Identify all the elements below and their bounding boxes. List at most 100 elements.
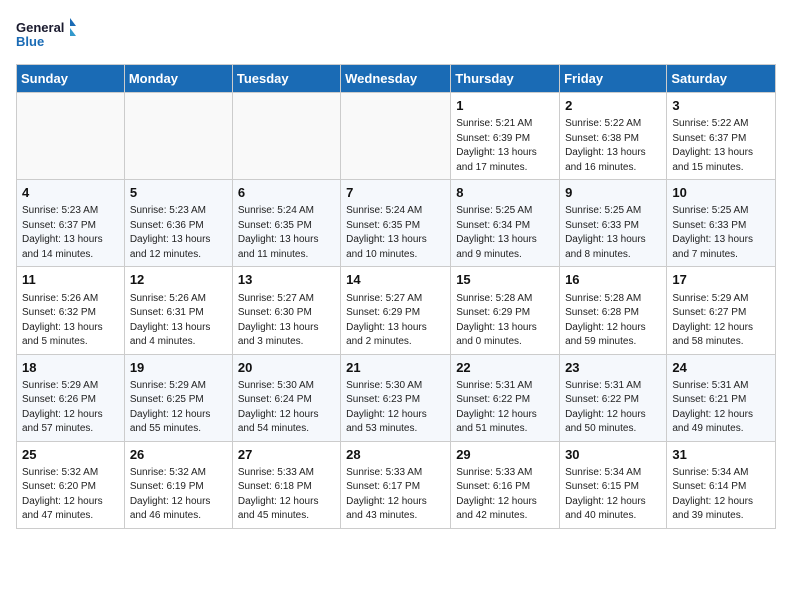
day-number: 25: [22, 446, 119, 464]
day-number: 22: [456, 359, 554, 377]
calendar-cell: 13 Sunrise: 5:27 AM Sunset: 6:30 PM Dayli…: [232, 267, 340, 354]
day-number: 14: [346, 271, 445, 289]
calendar-week-2: 4 Sunrise: 5:23 AM Sunset: 6:37 PM Daylig…: [17, 180, 776, 267]
day-number: 20: [238, 359, 335, 377]
day-info: Sunrise: 5:34 AM Sunset: 6:15 PM Dayligh…: [565, 466, 661, 524]
calendar-cell: 17 Sunrise: 5:29 AM Sunset: 6:27 PM Dayli…: [667, 267, 776, 354]
calendar-cell: 25 Sunrise: 5:32 AM Sunset: 6:20 PM Dayli…: [17, 441, 125, 528]
day-info: Sunrise: 5:21 AM Sunset: 6:39 PM Dayligh…: [456, 117, 554, 175]
calendar-cell: 20 Sunrise: 5:30 AM Sunset: 6:24 PM Dayli…: [232, 354, 340, 441]
day-number: 3: [672, 97, 770, 115]
day-number: 4: [22, 184, 119, 202]
calendar-week-3: 11 Sunrise: 5:26 AM Sunset: 6:32 PM Dayli…: [17, 267, 776, 354]
day-number: 23: [565, 359, 661, 377]
day-number: 6: [238, 184, 335, 202]
day-info: Sunrise: 5:32 AM Sunset: 6:20 PM Dayligh…: [22, 466, 119, 524]
calendar-cell: 7 Sunrise: 5:24 AM Sunset: 6:35 PM Daylig…: [341, 180, 451, 267]
day-info: Sunrise: 5:26 AM Sunset: 6:32 PM Dayligh…: [22, 292, 119, 350]
weekday-header-friday: Friday: [560, 65, 667, 93]
day-info: Sunrise: 5:29 AM Sunset: 6:26 PM Dayligh…: [22, 379, 119, 437]
day-info: Sunrise: 5:29 AM Sunset: 6:27 PM Dayligh…: [672, 292, 770, 350]
day-info: Sunrise: 5:31 AM Sunset: 6:22 PM Dayligh…: [456, 379, 554, 437]
calendar-cell: 30 Sunrise: 5:34 AM Sunset: 6:15 PM Dayli…: [560, 441, 667, 528]
day-number: 1: [456, 97, 554, 115]
calendar-cell: 26 Sunrise: 5:32 AM Sunset: 6:19 PM Dayli…: [124, 441, 232, 528]
day-number: 26: [130, 446, 227, 464]
day-info: Sunrise: 5:33 AM Sunset: 6:18 PM Dayligh…: [238, 466, 335, 524]
day-number: 13: [238, 271, 335, 289]
calendar-week-4: 18 Sunrise: 5:29 AM Sunset: 6:26 PM Dayli…: [17, 354, 776, 441]
day-number: 29: [456, 446, 554, 464]
weekday-header-row: SundayMondayTuesdayWednesdayThursdayFrid…: [17, 65, 776, 93]
calendar-cell: 24 Sunrise: 5:31 AM Sunset: 6:21 PM Dayli…: [667, 354, 776, 441]
svg-text:General: General: [16, 20, 64, 35]
day-number: 28: [346, 446, 445, 464]
day-number: 30: [565, 446, 661, 464]
day-info: Sunrise: 5:23 AM Sunset: 6:36 PM Dayligh…: [130, 204, 227, 262]
day-number: 16: [565, 271, 661, 289]
page-header: General Blue: [16, 16, 776, 52]
day-info: Sunrise: 5:25 AM Sunset: 6:33 PM Dayligh…: [672, 204, 770, 262]
calendar-cell: 18 Sunrise: 5:29 AM Sunset: 6:26 PM Dayli…: [17, 354, 125, 441]
day-number: 9: [565, 184, 661, 202]
day-info: Sunrise: 5:23 AM Sunset: 6:37 PM Dayligh…: [22, 204, 119, 262]
calendar-cell: 23 Sunrise: 5:31 AM Sunset: 6:22 PM Dayli…: [560, 354, 667, 441]
weekday-header-tuesday: Tuesday: [232, 65, 340, 93]
day-number: 8: [456, 184, 554, 202]
calendar-cell: [232, 93, 340, 180]
day-number: 27: [238, 446, 335, 464]
calendar-cell: 31 Sunrise: 5:34 AM Sunset: 6:14 PM Dayli…: [667, 441, 776, 528]
calendar-cell: [17, 93, 125, 180]
day-info: Sunrise: 5:22 AM Sunset: 6:37 PM Dayligh…: [672, 117, 770, 175]
calendar-week-5: 25 Sunrise: 5:32 AM Sunset: 6:20 PM Dayli…: [17, 441, 776, 528]
day-info: Sunrise: 5:22 AM Sunset: 6:38 PM Dayligh…: [565, 117, 661, 175]
calendar-cell: 1 Sunrise: 5:21 AM Sunset: 6:39 PM Daylig…: [451, 93, 560, 180]
day-info: Sunrise: 5:33 AM Sunset: 6:17 PM Dayligh…: [346, 466, 445, 524]
calendar-cell: 21 Sunrise: 5:30 AM Sunset: 6:23 PM Dayli…: [341, 354, 451, 441]
day-number: 31: [672, 446, 770, 464]
calendar-cell: [124, 93, 232, 180]
calendar-cell: 15 Sunrise: 5:28 AM Sunset: 6:29 PM Dayli…: [451, 267, 560, 354]
day-info: Sunrise: 5:34 AM Sunset: 6:14 PM Dayligh…: [672, 466, 770, 524]
calendar-cell: 10 Sunrise: 5:25 AM Sunset: 6:33 PM Dayli…: [667, 180, 776, 267]
day-number: 2: [565, 97, 661, 115]
day-info: Sunrise: 5:27 AM Sunset: 6:29 PM Dayligh…: [346, 292, 445, 350]
calendar-cell: 6 Sunrise: 5:24 AM Sunset: 6:35 PM Daylig…: [232, 180, 340, 267]
calendar-cell: 12 Sunrise: 5:26 AM Sunset: 6:31 PM Dayli…: [124, 267, 232, 354]
day-number: 21: [346, 359, 445, 377]
day-info: Sunrise: 5:26 AM Sunset: 6:31 PM Dayligh…: [130, 292, 227, 350]
day-info: Sunrise: 5:28 AM Sunset: 6:28 PM Dayligh…: [565, 292, 661, 350]
day-info: Sunrise: 5:30 AM Sunset: 6:24 PM Dayligh…: [238, 379, 335, 437]
calendar-cell: 14 Sunrise: 5:27 AM Sunset: 6:29 PM Dayli…: [341, 267, 451, 354]
day-info: Sunrise: 5:24 AM Sunset: 6:35 PM Dayligh…: [346, 204, 445, 262]
day-number: 12: [130, 271, 227, 289]
weekday-header-saturday: Saturday: [667, 65, 776, 93]
calendar-cell: 19Sunrise: 5:29 AM Sunset: 6:25 PM Dayli…: [124, 354, 232, 441]
svg-text:Blue: Blue: [16, 34, 44, 49]
day-number: 10: [672, 184, 770, 202]
day-info: Sunrise: 5:27 AM Sunset: 6:30 PM Dayligh…: [238, 292, 335, 350]
day-number: 18: [22, 359, 119, 377]
weekday-header-monday: Monday: [124, 65, 232, 93]
day-number: 11: [22, 271, 119, 289]
calendar-cell: 4 Sunrise: 5:23 AM Sunset: 6:37 PM Daylig…: [17, 180, 125, 267]
weekday-header-thursday: Thursday: [451, 65, 560, 93]
day-number: 15: [456, 271, 554, 289]
day-info: Sunrise: 5:30 AM Sunset: 6:23 PM Dayligh…: [346, 379, 445, 437]
day-info: Sunrise: 5:31 AM Sunset: 6:21 PM Dayligh…: [672, 379, 770, 437]
day-number: 17: [672, 271, 770, 289]
calendar-cell: 28 Sunrise: 5:33 AM Sunset: 6:17 PM Dayli…: [341, 441, 451, 528]
day-info: Sunrise: 5:24 AM Sunset: 6:35 PM Dayligh…: [238, 204, 335, 262]
day-info: Sunrise: 5:31 AM Sunset: 6:22 PM Dayligh…: [565, 379, 661, 437]
calendar-cell: 11 Sunrise: 5:26 AM Sunset: 6:32 PM Dayli…: [17, 267, 125, 354]
calendar-cell: [341, 93, 451, 180]
weekday-header-sunday: Sunday: [17, 65, 125, 93]
day-info: Sunrise: 5:32 AM Sunset: 6:19 PM Dayligh…: [130, 466, 227, 524]
calendar-cell: 29 Sunrise: 5:33 AM Sunset: 6:16 PM Dayli…: [451, 441, 560, 528]
day-number: 19: [130, 359, 227, 377]
day-info: Sunrise: 5:28 AM Sunset: 6:29 PM Dayligh…: [456, 292, 554, 350]
day-number: 24: [672, 359, 770, 377]
day-info: Sunrise: 5:33 AM Sunset: 6:16 PM Dayligh…: [456, 466, 554, 524]
day-number: 7: [346, 184, 445, 202]
calendar-cell: 8Sunrise: 5:25 AM Sunset: 6:34 PM Daylig…: [451, 180, 560, 267]
